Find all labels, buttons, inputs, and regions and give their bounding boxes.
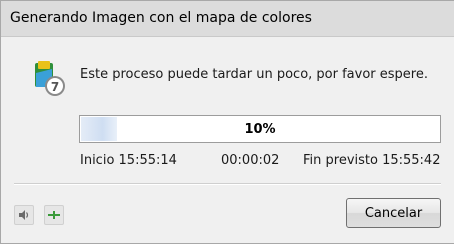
progress-dialog: Generando Imagen con el mapa de colores …: [0, 0, 454, 244]
progress-bar: 10%: [79, 115, 441, 143]
svg-text:7: 7: [51, 80, 59, 94]
window-title: Generando Imagen con el mapa de colores: [10, 10, 312, 26]
pin-button[interactable]: [44, 205, 64, 225]
dialog-content: 7 Este proceso puede tardar un poco, por…: [1, 37, 454, 243]
speaker-icon: [19, 210, 29, 220]
elapsed-time: 00:00:02: [221, 153, 280, 168]
separator: [14, 183, 441, 185]
title-bar: Generando Imagen con el mapa de colores: [1, 1, 454, 37]
cancel-button[interactable]: Cancelar: [346, 198, 441, 228]
progress-percent-label: 10%: [244, 122, 276, 137]
status-message: Este proceso puede tardar un poco, por f…: [80, 67, 428, 82]
estimated-end-time: Fin previsto 15:55:42: [303, 153, 441, 168]
sound-toggle-button[interactable]: [14, 205, 34, 225]
pin-icon: [48, 211, 60, 219]
map-app-icon: 7: [35, 61, 65, 96]
start-time: Inicio 15:55:14: [80, 153, 177, 168]
